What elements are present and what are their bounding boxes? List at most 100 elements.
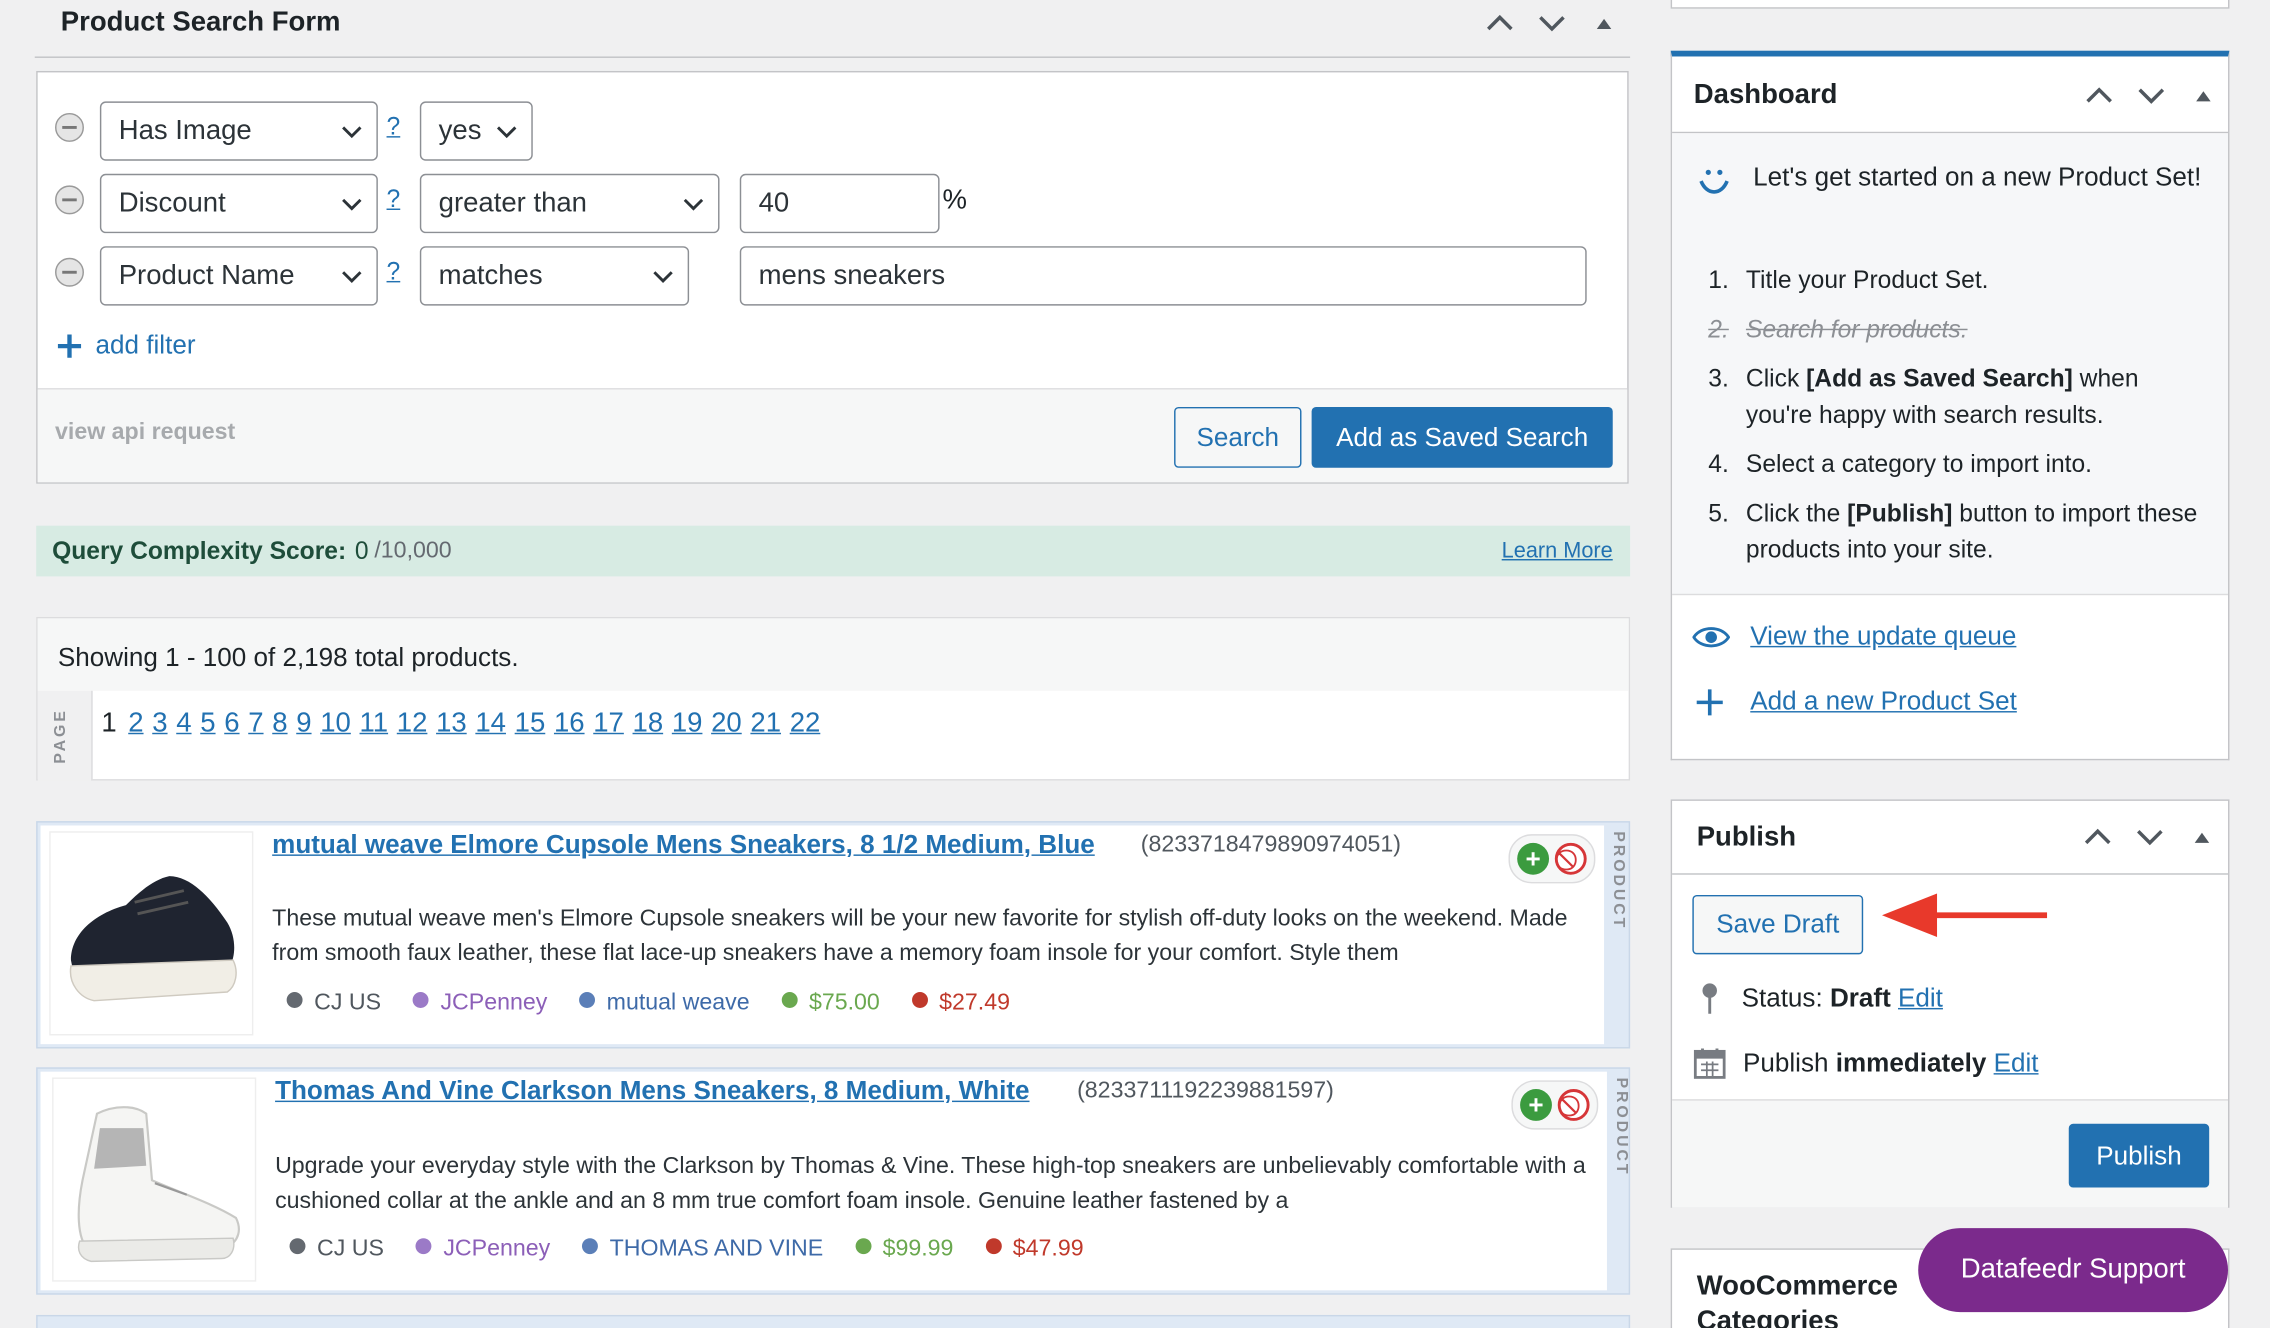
chevron-down-icon[interactable] (1537, 9, 1566, 38)
filter-help-link[interactable]: ? (387, 113, 401, 142)
view-queue-link[interactable]: View the update queue (1750, 621, 2016, 651)
view-api-request-link[interactable]: view api request (55, 420, 235, 446)
step-item: 5. Click the [Publish] button to import t… (1708, 499, 2198, 564)
page-link[interactable]: 7 (248, 708, 263, 740)
page-link[interactable]: 4 (176, 708, 191, 740)
product-image[interactable] (52, 1077, 257, 1282)
page-link[interactable]: 9 (296, 708, 311, 740)
step-item: 1. Title your Product Set. (1708, 266, 1989, 294)
block-icon[interactable]: ⃠ (1557, 1089, 1590, 1121)
filter-field-value: Has Image (118, 115, 252, 146)
page-link[interactable]: 21 (750, 708, 781, 740)
page-link[interactable]: 8 (272, 708, 287, 740)
status-edit-link[interactable]: Edit (1898, 983, 1943, 1013)
status-value: Draft (1829, 982, 1891, 1012)
product-price: $75.00 (781, 991, 880, 1017)
product-name-input[interactable]: mens sneakers (739, 246, 1587, 306)
page-link[interactable]: 6 (224, 708, 239, 740)
discount-value-input[interactable]: 40 (739, 173, 940, 234)
chevron-up-icon[interactable] (1485, 9, 1514, 38)
filter-help-link[interactable]: ? (387, 258, 401, 287)
eye-icon (1692, 623, 1731, 649)
plus-circle-icon[interactable]: + (1520, 1089, 1552, 1121)
filter-operator-select[interactable]: matches (419, 246, 690, 306)
product-side-label: PRODUCT (1612, 1077, 1631, 1177)
page-link[interactable]: 16 (554, 708, 585, 740)
add-filter-link[interactable]: add filter (55, 330, 196, 360)
product-title-link[interactable]: mutual weave Elmore Cupsole Mens Sneaker… (272, 830, 1095, 860)
chevron-up-icon[interactable] (2083, 823, 2112, 852)
page-link[interactable]: 2 (128, 708, 143, 740)
block-icon[interactable]: ⃠ (1554, 842, 1587, 875)
dashboard-intro: Let's get started on a new Product Set! (1753, 162, 2202, 192)
datafeedr-support-button[interactable]: Datafeedr Support (1918, 1228, 2229, 1313)
product-sale-price: $27.49 (911, 991, 1010, 1017)
add-product-set-link[interactable]: Add a new Product Set (1750, 686, 2017, 716)
product-brand: THOMAS AND VINE (582, 1237, 823, 1263)
save-draft-button[interactable]: Save Draft (1692, 894, 1864, 955)
minus-circle-icon[interactable] (55, 185, 84, 215)
page-link[interactable]: 20 (711, 708, 742, 740)
filter-field-select[interactable]: Product Name (99, 246, 378, 306)
chevron-down-icon (653, 260, 673, 292)
plus-circle-icon[interactable]: + (1517, 842, 1550, 875)
publish-button[interactable]: Publish (2068, 1123, 2210, 1188)
page-link[interactable]: 10 (320, 708, 351, 740)
page-link[interactable]: 5 (200, 708, 215, 740)
status-row: Status: Draft Edit (1698, 980, 1943, 1015)
page-link[interactable]: 13 (436, 708, 467, 740)
triangle-up-icon[interactable] (2187, 823, 2216, 852)
complexity-max: /10,000 (374, 538, 452, 563)
page-link[interactable]: 18 (633, 708, 664, 740)
filters-panel: Has Image ? yes Discount ? greater than … (36, 70, 1629, 484)
chevron-down-icon[interactable] (2135, 823, 2164, 852)
publish-when: immediately (1835, 1047, 1987, 1077)
woocommerce-categories-title: WooCommerce Categories (1696, 1271, 1898, 1328)
filter-help-link[interactable]: ? (387, 185, 401, 214)
minus-circle-icon[interactable] (55, 257, 84, 287)
chevron-down-icon[interactable] (2137, 81, 2166, 110)
filter-operator-select[interactable]: yes (419, 101, 533, 161)
add-saved-search-button[interactable]: Add as Saved Search (1311, 406, 1613, 468)
page-link[interactable]: 14 (475, 708, 506, 740)
pin-icon (1698, 980, 1721, 1015)
product-id: (8233711192239881597) (1077, 1078, 1334, 1104)
triangle-up-icon[interactable] (1590, 9, 1619, 38)
page-link[interactable]: 3 (152, 708, 167, 740)
product-sale-price: $47.99 (985, 1237, 1084, 1263)
learn-more-link[interactable]: Learn More (1502, 539, 1613, 564)
chevron-down-icon (342, 115, 362, 147)
page-link[interactable]: 17 (593, 708, 624, 740)
minus-circle-icon[interactable] (55, 112, 84, 142)
chevron-down-icon (342, 260, 362, 292)
page-link[interactable]: 19 (672, 708, 703, 740)
product-actions: + ⃠ (1508, 834, 1596, 884)
filter-operator-select[interactable]: greater than (419, 173, 720, 234)
product-network: CJ US (289, 1237, 384, 1263)
product-description: These mutual weave men's Elmore Cupsole … (272, 906, 1568, 966)
product-card (36, 1314, 1631, 1328)
page-link[interactable]: 11 (360, 708, 389, 740)
page-link[interactable]: 22 (790, 708, 821, 740)
product-title-link[interactable]: Thomas And Vine Clarkson Mens Sneakers, … (275, 1076, 1029, 1106)
page-link[interactable]: 12 (397, 708, 428, 740)
search-button[interactable]: Search (1174, 406, 1302, 468)
step-item: 3. Click [Add as Saved Search] when you'r… (1708, 364, 2139, 429)
product-meta: CJ US JCPenney THOMAS AND VINE $99.99 $4… (289, 1237, 1116, 1263)
filter-field-value: Discount (118, 187, 226, 218)
dashboard-title: Dashboard (1693, 79, 1838, 111)
filter-operator-value: greater than (438, 187, 587, 218)
product-card: mutual weave Elmore Cupsole Mens Sneaker… (36, 821, 1631, 1049)
dashboard-box: Dashboard Let's get started on a new Pro… (1670, 50, 2230, 761)
add-set-row[interactable]: Add a new Product Set (1695, 686, 2017, 716)
filter-field-select[interactable]: Has Image (99, 101, 378, 161)
triangle-up-icon[interactable] (2189, 81, 2218, 110)
filter-field-select[interactable]: Discount (99, 173, 378, 234)
publish-edit-link[interactable]: Edit (1994, 1048, 2039, 1078)
view-queue-row[interactable]: View the update queue (1692, 621, 2016, 651)
page-link[interactable]: 15 (515, 708, 546, 740)
chevron-down-icon (496, 115, 517, 147)
product-image[interactable] (49, 831, 254, 1036)
chevron-up-icon[interactable] (2085, 81, 2114, 110)
publish-time-row: Publish immediately Edit (1693, 1047, 2039, 1079)
